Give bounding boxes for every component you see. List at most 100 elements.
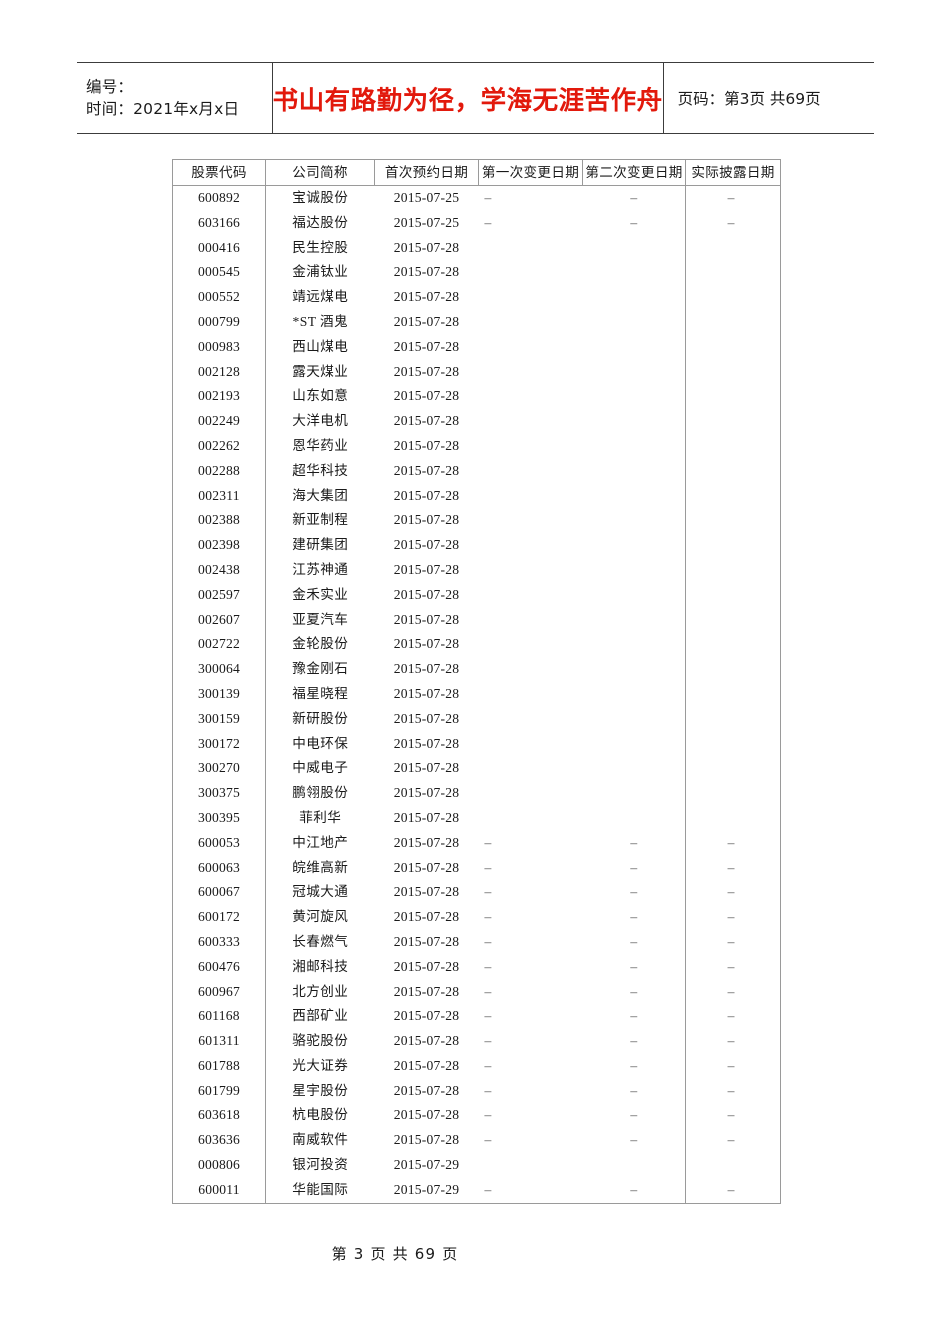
table-row: 300139 福星晓程 2015-07-28: [172, 681, 781, 707]
cell-first-change: [479, 260, 583, 285]
cell-first-change: –: [484, 884, 492, 900]
cell-stock-code: 603166: [172, 210, 266, 236]
cell-first-scheduled: 2015-07-25: [393, 214, 460, 230]
cell-stock-code: 600967: [172, 979, 266, 1005]
cell-stock-code: 601168: [172, 1004, 266, 1030]
cell-first-change: –: [478, 1177, 583, 1204]
cell-first-change: –: [484, 1008, 492, 1024]
cell-stock-code: 000552: [172, 285, 266, 310]
table-row: 300270 中威电子 2015-07-28: [172, 756, 781, 782]
cell-second-change: [583, 707, 686, 732]
cell-actual-disclosure: –: [685, 1029, 781, 1054]
cell-actual-disclosure: [685, 508, 781, 534]
cell-company-name: 银河投资: [292, 1157, 349, 1173]
cell-stock-code: 000799: [172, 309, 266, 335]
table-row: 603618 杭电股份 2015-07-28 – – –: [172, 1103, 781, 1129]
cell-second-change: [583, 533, 686, 558]
cell-company-name: 骆驼股份: [292, 1033, 349, 1049]
cell-second-change: –: [630, 1008, 638, 1024]
cell-second-change: –: [630, 1082, 638, 1098]
cell-actual-disclosure: [685, 285, 781, 310]
cell-actual-disclosure: [685, 359, 781, 385]
table-row: 002262 恩华药业 2015-07-28: [172, 433, 781, 459]
table-row: 002722 金轮股份 2015-07-28: [172, 632, 781, 658]
table-row: 600067 冠城大通 2015-07-28 – – –: [172, 880, 781, 906]
cell-company-name: 西山煤电: [292, 338, 349, 354]
cell-stock-code: 002388: [172, 508, 266, 534]
cell-actual-disclosure: –: [685, 1053, 781, 1079]
header-slogan: 书山有路勤为径，学海无涯苦作舟: [272, 85, 663, 115]
cell-first-change: [479, 360, 583, 385]
cell-second-change: [583, 310, 686, 335]
cell-first-scheduled: 2015-07-28: [393, 909, 460, 925]
cell-actual-disclosure: [685, 433, 781, 459]
cell-company-name: 大洋电机: [292, 413, 349, 429]
cell-actual-disclosure: –: [685, 905, 781, 930]
cell-first-scheduled: 2015-07-28: [393, 462, 460, 478]
cell-first-change: [479, 508, 583, 533]
cell-company-name: 皖维高新: [292, 859, 349, 875]
cell-first-scheduled: 2015-07-28: [393, 834, 460, 850]
cell-second-change: [583, 508, 686, 533]
cell-company-name: 黄河旋风: [292, 909, 349, 925]
cell-stock-code: 000416: [172, 235, 266, 261]
cell-first-scheduled: 2015-07-28: [393, 264, 460, 280]
cell-first-scheduled: 2015-07-28: [393, 561, 460, 577]
cell-second-change: [583, 360, 686, 385]
column-header-stock-code: 股票代码: [172, 159, 266, 186]
table-row: 603636 南威软件 2015-07-28 – – –: [172, 1128, 781, 1154]
cell-actual-disclosure: [685, 756, 781, 782]
table-row: 600333 长春燃气 2015-07-28 – – –: [172, 929, 781, 955]
cell-first-scheduled: 2015-07-28: [393, 487, 460, 503]
cell-company-name: 中威电子: [292, 760, 349, 776]
cell-stock-code: 600063: [172, 855, 266, 881]
cell-stock-code: 600333: [172, 929, 266, 955]
table-row: 000806 银河投资 2015-07-29: [172, 1153, 781, 1178]
cell-company-name: 南威软件: [292, 1132, 349, 1148]
cell-stock-code: 300172: [172, 731, 266, 757]
table-row: 000545 金浦钛业 2015-07-28: [172, 260, 781, 286]
cell-actual-disclosure: [685, 582, 781, 608]
cell-first-change: [479, 806, 583, 831]
cell-stock-code: 002311: [172, 483, 266, 509]
cell-company-name: 海大集团: [292, 487, 349, 503]
cell-stock-code: 000806: [172, 1153, 266, 1178]
cell-company-name: *ST 酒鬼: [292, 313, 348, 329]
table-row: 300064 豫金刚石 2015-07-28: [172, 657, 781, 682]
cell-stock-code: 002262: [172, 433, 266, 459]
cell-actual-disclosure: –: [685, 954, 781, 980]
cell-company-name: 杭电股份: [292, 1107, 349, 1123]
cell-first-scheduled: 2015-07-28: [393, 1033, 460, 1049]
cell-company-name: 露天煤业: [292, 363, 349, 379]
cell-first-change: –: [484, 214, 492, 230]
cell-stock-code: 000545: [172, 260, 266, 286]
cell-first-scheduled: 2015-07-28: [393, 437, 460, 453]
cell-first-scheduled: 2015-07-28: [393, 586, 460, 602]
cell-second-change: [583, 434, 686, 459]
table-row: 600967 北方创业 2015-07-28 – – –: [172, 979, 781, 1005]
table-row: 600063 皖维高新 2015-07-28 – – –: [172, 855, 781, 881]
cell-stock-code: 300395: [172, 805, 266, 831]
cell-first-scheduled: 2015-07-28: [393, 859, 460, 875]
cell-second-change: [583, 583, 686, 608]
cell-company-name: 靖远煤电: [292, 289, 349, 305]
cell-company-name: 星宇股份: [292, 1082, 349, 1098]
table-row: 300159 新研股份 2015-07-28: [172, 706, 781, 732]
cell-first-change: –: [484, 190, 492, 205]
cell-first-scheduled: 2015-07-28: [393, 313, 460, 329]
table-row: 000799 *ST 酒鬼 2015-07-28: [172, 309, 781, 335]
cell-first-change: [479, 781, 583, 806]
cell-first-scheduled: 2015-07-28: [393, 661, 460, 677]
cell-second-change: [583, 657, 686, 682]
cell-second-change: –: [630, 983, 638, 999]
cell-first-scheduled: 2015-07-28: [393, 1082, 460, 1098]
cell-stock-code: 603618: [172, 1103, 266, 1129]
cell-stock-code: 600053: [172, 830, 266, 856]
cell-first-change: [479, 682, 583, 707]
cell-stock-code: 600011: [172, 1177, 266, 1204]
table-row: 600011 华能国际 2015-07-29– – –: [172, 1177, 781, 1204]
cell-actual-disclosure: –: [685, 1004, 781, 1030]
table-row: 002128 露天煤业 2015-07-28: [172, 359, 781, 385]
cell-second-change: –: [582, 1177, 686, 1204]
page-footer: 第 3 页 共 69 页: [331, 1245, 459, 1263]
